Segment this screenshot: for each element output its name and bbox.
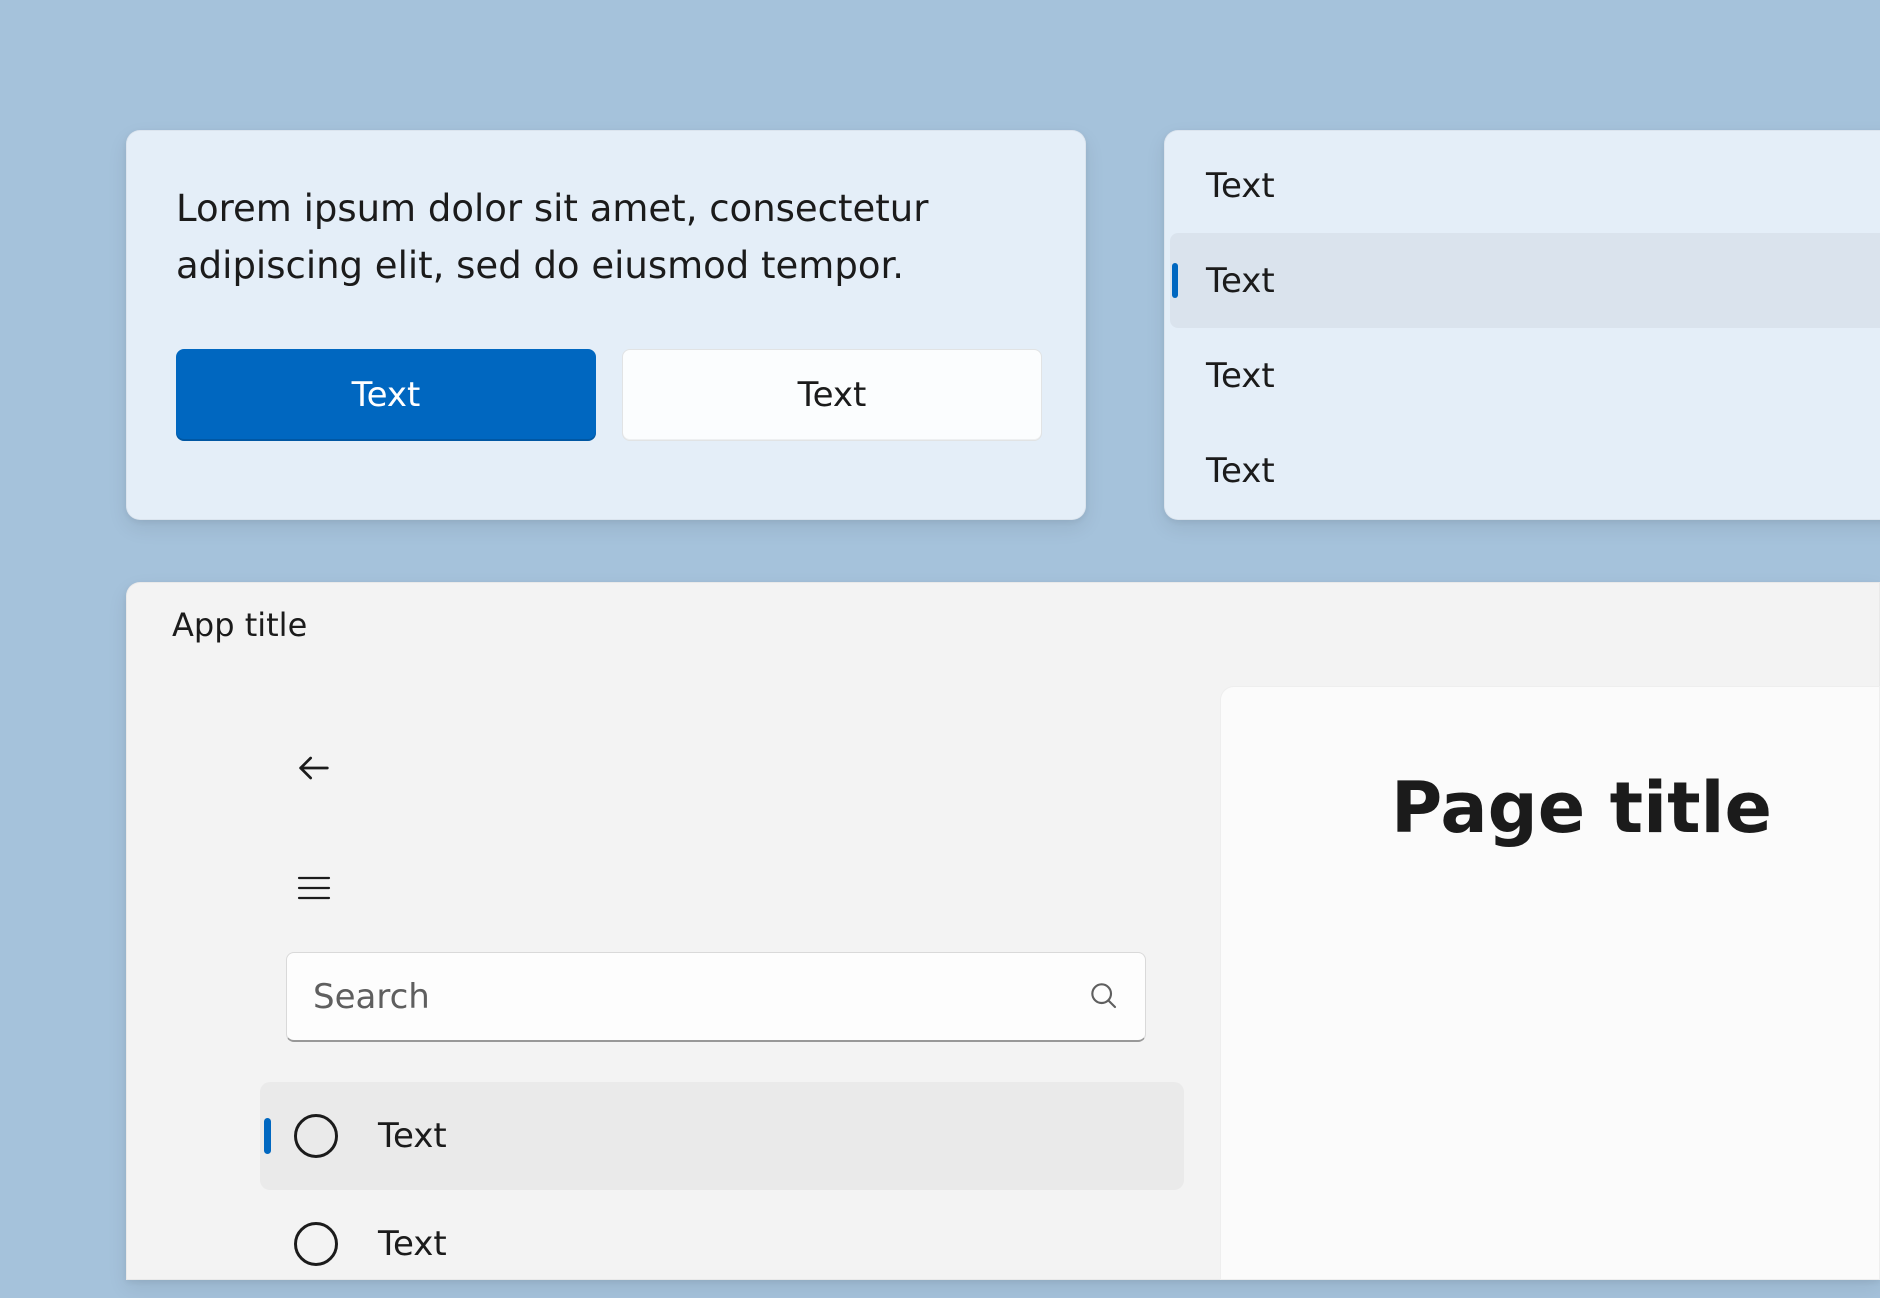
list-item[interactable]: Text (1170, 138, 1880, 233)
hamburger-icon (294, 868, 334, 908)
page-title: Page title (1391, 767, 1879, 849)
dialog-card: Lorem ipsum dolor sit amet, consectetur … (126, 130, 1086, 520)
nav-list: Text Text (252, 1082, 1192, 1298)
list-item-label: Text (1206, 356, 1275, 396)
list-panel: Text Text Text Text (1164, 130, 1880, 520)
list-item[interactable]: Text (1170, 233, 1880, 328)
list-item-label: Text (1206, 451, 1275, 491)
list-item-label: Text (1206, 261, 1275, 301)
nav-item[interactable]: Text (260, 1082, 1184, 1190)
search-box[interactable] (286, 952, 1146, 1042)
dialog-primary-button-label: Text (352, 375, 421, 415)
hamburger-button[interactable] (286, 860, 342, 916)
dialog-message: Lorem ipsum dolor sit amet, consectetur … (176, 180, 1036, 295)
list-item[interactable]: Text (1170, 423, 1880, 518)
list-item-label: Text (1206, 166, 1275, 206)
dialog-primary-button[interactable]: Text (176, 349, 596, 441)
dialog-button-row: Text Text (176, 349, 1036, 441)
search-icon (1087, 979, 1119, 1015)
app-title: App title (126, 582, 1880, 644)
arrow-left-icon (294, 748, 334, 788)
app-window: App title Text Text Page title (126, 582, 1880, 1280)
list-item[interactable]: Text (1170, 328, 1880, 423)
circle-icon (294, 1114, 338, 1158)
back-button[interactable] (286, 740, 342, 796)
nav-item-label: Text (378, 1224, 447, 1264)
nav-item[interactable]: Text (260, 1190, 1184, 1298)
search-input[interactable] (313, 977, 1087, 1017)
dialog-secondary-button[interactable]: Text (622, 349, 1042, 441)
circle-icon (294, 1222, 338, 1266)
nav-item-label: Text (378, 1116, 447, 1156)
content-page: Page title (1220, 686, 1880, 1280)
dialog-secondary-button-label: Text (798, 375, 867, 415)
